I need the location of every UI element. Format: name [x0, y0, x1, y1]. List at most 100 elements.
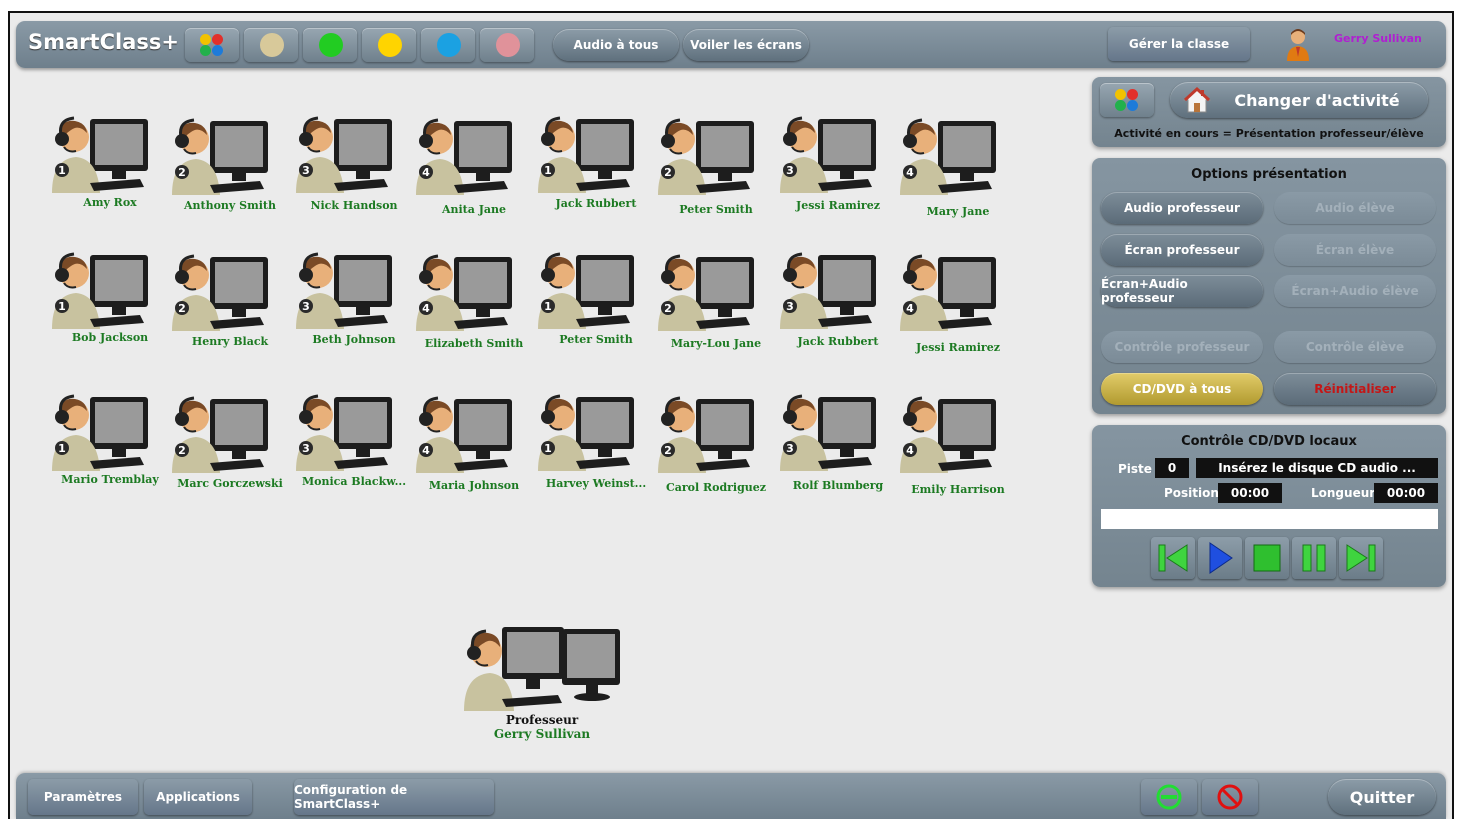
- cd-dvd-all-button[interactable]: CD/DVD à tous: [1101, 373, 1263, 405]
- stop-icon: [1253, 544, 1281, 572]
- student-station[interactable]: 2 Anthony Smith: [170, 115, 290, 225]
- student-station[interactable]: 2 Mary-Lou Jane: [656, 251, 776, 361]
- student-station[interactable]: 3 Monica Blackw...: [294, 391, 414, 501]
- track-value: 0: [1155, 458, 1189, 478]
- green-color-button[interactable]: [303, 28, 357, 62]
- multi-color-button[interactable]: [185, 28, 239, 62]
- veil-screens-button[interactable]: Voiler les écrans: [683, 29, 809, 61]
- configuration-button[interactable]: Configuration de SmartClass+: [294, 779, 494, 815]
- student-avatar: 2: [170, 115, 290, 195]
- student-name: Bob Jackson: [71, 331, 149, 344]
- settings-button[interactable]: Paramètres: [28, 779, 138, 815]
- student-avatar: 4: [898, 115, 1018, 195]
- next-track-icon: [1346, 544, 1376, 572]
- teacher-workstation-icon: [464, 627, 620, 711]
- student-station[interactable]: 1 Peter Smith: [536, 249, 656, 359]
- student-station[interactable]: 1 Jack Rubbert: [536, 113, 656, 223]
- yellow-color-button[interactable]: [362, 28, 416, 62]
- audio-all-button[interactable]: Audio à tous: [553, 29, 679, 61]
- student-station[interactable]: 2 Henry Black: [170, 251, 290, 361]
- student-name: Peter Smith: [679, 203, 753, 216]
- previous-track-button[interactable]: [1151, 537, 1195, 579]
- student-station[interactable]: 3 Nick Handson: [294, 113, 414, 223]
- seat-number: 2: [178, 444, 186, 457]
- student-name: Mary Jane: [926, 205, 990, 218]
- student-station[interactable]: 4 Maria Johnson: [414, 393, 534, 503]
- student-station[interactable]: 4 Mary Jane: [898, 115, 1018, 225]
- activity-colors-button[interactable]: [1100, 83, 1154, 117]
- audio-student-button[interactable]: Audio élève: [1274, 192, 1436, 224]
- screen-student-button[interactable]: Écran élève: [1274, 234, 1436, 266]
- student-station[interactable]: 3 Rolf Blumberg: [778, 391, 898, 501]
- student-name: Mary-Lou Jane: [670, 337, 762, 350]
- change-activity-button[interactable]: Changer d'activité: [1170, 82, 1428, 118]
- student-station[interactable]: 4 Anita Jane: [414, 115, 534, 225]
- student-avatar: 1: [536, 249, 656, 329]
- blue-dot-icon: [437, 33, 461, 57]
- student-station[interactable]: 3 Beth Johnson: [294, 249, 414, 359]
- applications-button[interactable]: Applications: [144, 779, 252, 815]
- seat-number: 4: [422, 302, 430, 315]
- student-station[interactable]: 2 Peter Smith: [656, 115, 776, 225]
- student-workstation-icon: 2: [658, 254, 754, 331]
- student-station[interactable]: 3 Jessi Ramirez: [778, 113, 898, 223]
- green-status-button[interactable]: [1141, 779, 1197, 815]
- reset-button[interactable]: Réinitialiser: [1274, 373, 1436, 405]
- student-station[interactable]: 4 Jessi Ramirez: [898, 251, 1018, 361]
- seat-number: 1: [58, 164, 66, 177]
- block-button[interactable]: [1202, 779, 1258, 815]
- student-avatar: 3: [294, 249, 414, 329]
- student-workstation-icon: 3: [296, 394, 392, 471]
- blue-color-button[interactable]: [421, 28, 475, 62]
- app-logo: SmartClass+: [28, 30, 179, 54]
- student-workstation-icon: 3: [780, 116, 876, 193]
- audio-teacher-button[interactable]: Audio professeur: [1101, 192, 1263, 224]
- play-button[interactable]: [1198, 537, 1242, 579]
- pause-button[interactable]: [1292, 537, 1336, 579]
- quit-button[interactable]: Quitter: [1328, 779, 1436, 815]
- play-icon: [1209, 542, 1233, 574]
- seat-number: 2: [178, 166, 186, 179]
- student-name: Peter Smith: [559, 333, 633, 346]
- beige-color-button[interactable]: [244, 28, 298, 62]
- student-workstation-icon: 4: [900, 396, 996, 473]
- student-station[interactable]: 3 Jack Rubbert: [778, 249, 898, 359]
- screen-audio-student-button[interactable]: Écran+Audio élève: [1274, 275, 1436, 307]
- student-station[interactable]: 1 Bob Jackson: [50, 249, 170, 359]
- student-avatar: 4: [898, 393, 1018, 473]
- student-name: Emily Harrison: [911, 483, 1005, 496]
- student-workstation-icon: 2: [172, 118, 268, 195]
- student-station[interactable]: 1 Harvey Weinst...: [536, 391, 656, 501]
- student-station[interactable]: 1 Amy Rox: [50, 113, 170, 223]
- student-station[interactable]: 4 Emily Harrison: [898, 393, 1018, 503]
- student-avatar: 1: [50, 391, 170, 471]
- green-minus-circle-icon: [1156, 784, 1182, 810]
- screen-audio-teacher-button[interactable]: Écran+Audio professeur: [1101, 275, 1263, 307]
- seat-number: 4: [422, 444, 430, 457]
- student-station[interactable]: 4 Elizabeth Smith: [414, 251, 534, 361]
- pink-color-button[interactable]: [480, 28, 534, 62]
- manage-class-button[interactable]: Gérer la classe: [1108, 27, 1250, 61]
- options-title: Options présentation: [1191, 167, 1347, 182]
- student-station[interactable]: 1 Mario Tremblay: [50, 391, 170, 501]
- student-avatar: 4: [414, 393, 534, 473]
- student-name: Mario Tremblay: [61, 473, 159, 486]
- control-teacher-button[interactable]: Contrôle professeur: [1101, 331, 1263, 363]
- student-station[interactable]: 2 Marc Gorczewski: [170, 393, 290, 503]
- student-workstation-icon: 3: [780, 394, 876, 471]
- control-student-button[interactable]: Contrôle élève: [1274, 331, 1436, 363]
- student-avatar: 3: [778, 113, 898, 193]
- student-station[interactable]: 2 Carol Rodriguez: [656, 393, 776, 503]
- seat-number: 2: [664, 302, 672, 315]
- teacher-station[interactable]: Professeur Gerry Sullivan: [462, 625, 622, 745]
- student-avatar: 2: [170, 251, 290, 331]
- seat-number: 4: [906, 166, 914, 179]
- stop-button[interactable]: [1245, 537, 1289, 579]
- seat-number: 2: [178, 302, 186, 315]
- cd-progress-bar[interactable]: [1101, 509, 1438, 529]
- student-workstation-icon: 2: [658, 396, 754, 473]
- next-track-button[interactable]: [1339, 537, 1383, 579]
- change-activity-label: Changer d'activité: [1234, 90, 1400, 110]
- student-name: Anita Jane: [441, 203, 507, 216]
- screen-teacher-button[interactable]: Écran professeur: [1101, 234, 1263, 266]
